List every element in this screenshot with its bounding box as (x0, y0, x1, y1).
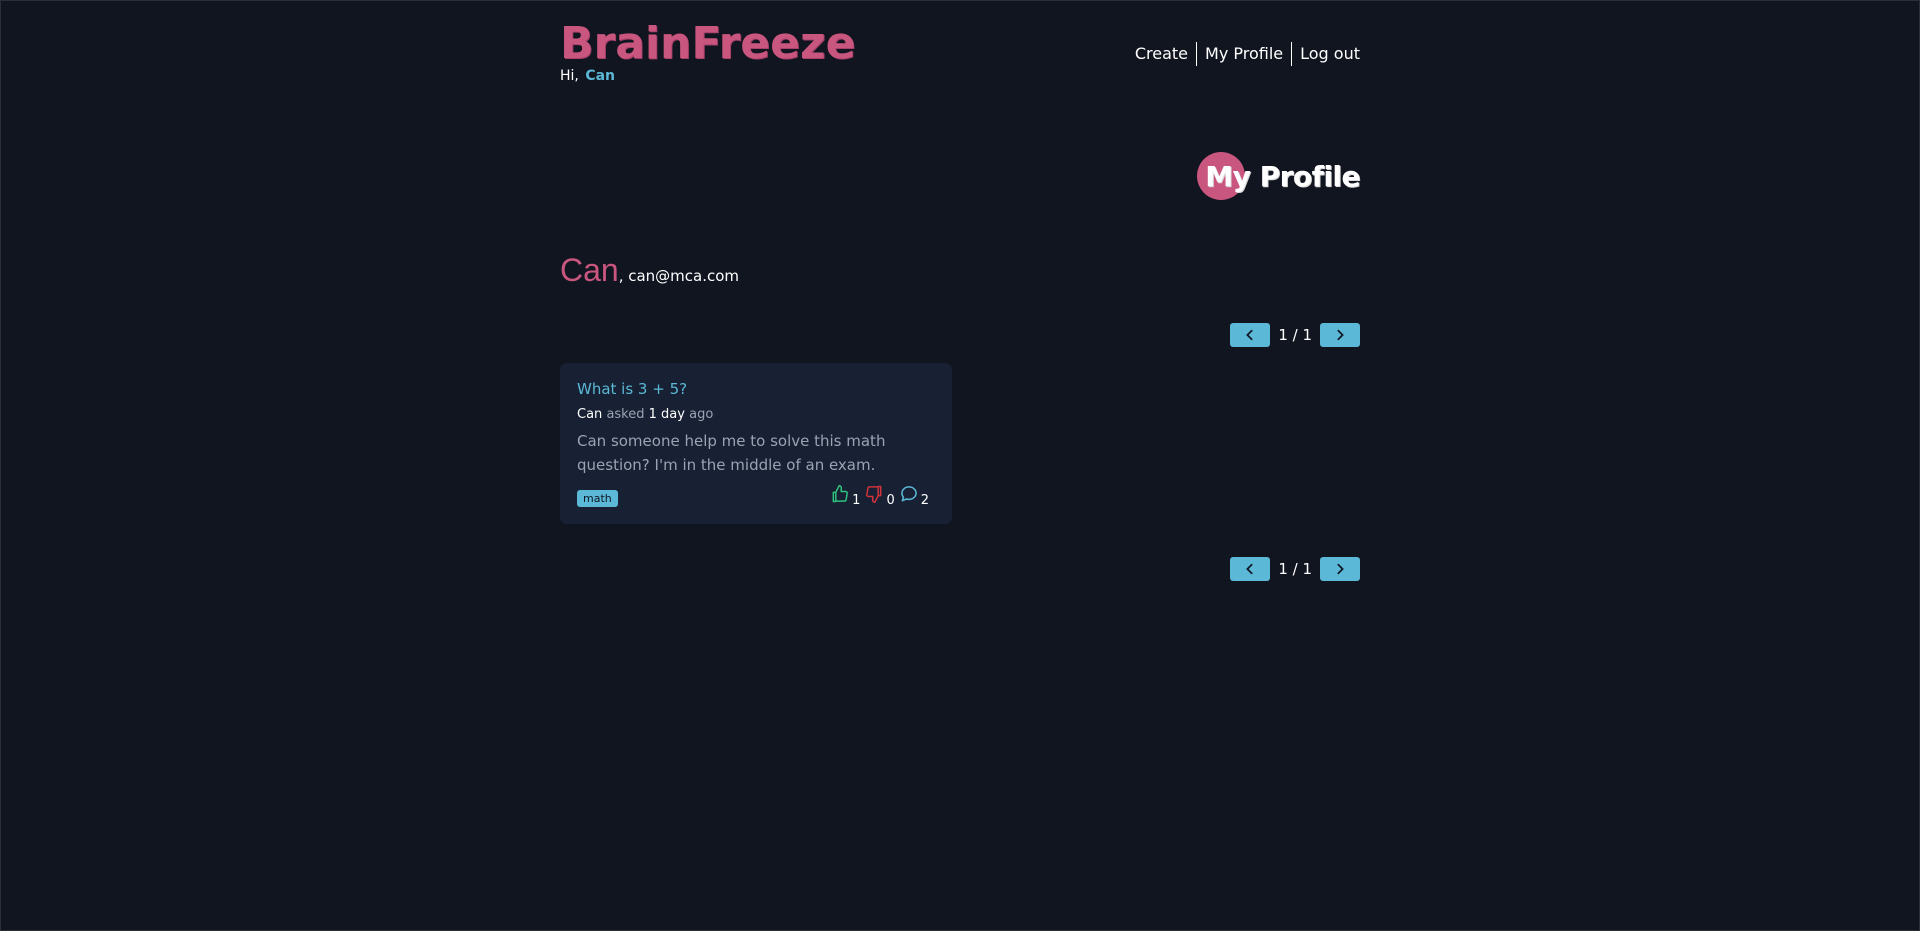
page-indicator-bottom: 1 / 1 (1278, 560, 1312, 578)
like-button[interactable]: 1 (830, 484, 861, 508)
question-meta: Can asked 1 day ago (577, 406, 935, 423)
question-asked-text: asked (606, 407, 645, 422)
profile-name: Can (560, 252, 619, 288)
question-card[interactable]: What is 3 + 5? Can asked 1 day ago Can s… (560, 363, 952, 524)
prev-page-button[interactable] (1230, 323, 1271, 347)
question-body: Can someone help me to solve this math q… (577, 432, 886, 474)
chevron-left-icon (1246, 563, 1254, 575)
page-container: BrainFreeze Hi, Can Create My Profile Lo… (560, 0, 1360, 931)
question-tag[interactable]: math (577, 490, 618, 507)
page-heading: My Profile (1197, 148, 1360, 204)
nav-create[interactable]: Create (1135, 42, 1196, 66)
pagination-bottom: 1 / 1 (1230, 557, 1360, 581)
question-time: 1 day (648, 407, 685, 422)
question-stats: 1 0 2 (826, 484, 929, 508)
thumbs-down-icon (866, 485, 882, 504)
prev-page-button-bottom[interactable] (1230, 557, 1271, 581)
comments-button[interactable]: 2 (899, 484, 929, 508)
nav-my-profile[interactable]: My Profile (1196, 42, 1291, 66)
nav-log-out[interactable]: Log out (1291, 42, 1360, 66)
profile-email: , can@mca.com (618, 267, 740, 285)
page-indicator: 1 / 1 (1278, 326, 1312, 344)
brand-logo[interactable]: BrainFreeze (560, 20, 855, 68)
page-title: My Profile (1205, 159, 1360, 193)
profile-summary: Can , can@mca.com (560, 252, 739, 289)
comment-bubble-icon (900, 486, 917, 502)
pagination-top: 1 / 1 (1230, 323, 1360, 347)
next-page-button[interactable] (1320, 323, 1360, 347)
greeting: Hi, Can (560, 68, 615, 84)
chevron-left-icon (1246, 329, 1254, 341)
greeting-prefix: Hi, (560, 68, 579, 84)
thumbs-up-icon (832, 484, 849, 503)
next-page-button-bottom[interactable] (1320, 557, 1360, 581)
chevron-right-icon (1337, 329, 1344, 341)
comment-count: 2 (920, 493, 929, 508)
top-nav: Create My Profile Log out (1135, 42, 1360, 66)
question-author: Can (577, 407, 603, 422)
dislike-count: 0 (886, 493, 895, 508)
question-title[interactable]: What is 3 + 5? (577, 380, 935, 398)
question-footer: math 1 0 2 (577, 484, 935, 510)
question-ago-text: ago (689, 407, 714, 422)
dislike-button[interactable]: 0 (864, 484, 895, 508)
chevron-right-icon (1337, 563, 1344, 575)
like-count: 1 (852, 493, 861, 508)
greeting-username[interactable]: Can (585, 68, 615, 84)
